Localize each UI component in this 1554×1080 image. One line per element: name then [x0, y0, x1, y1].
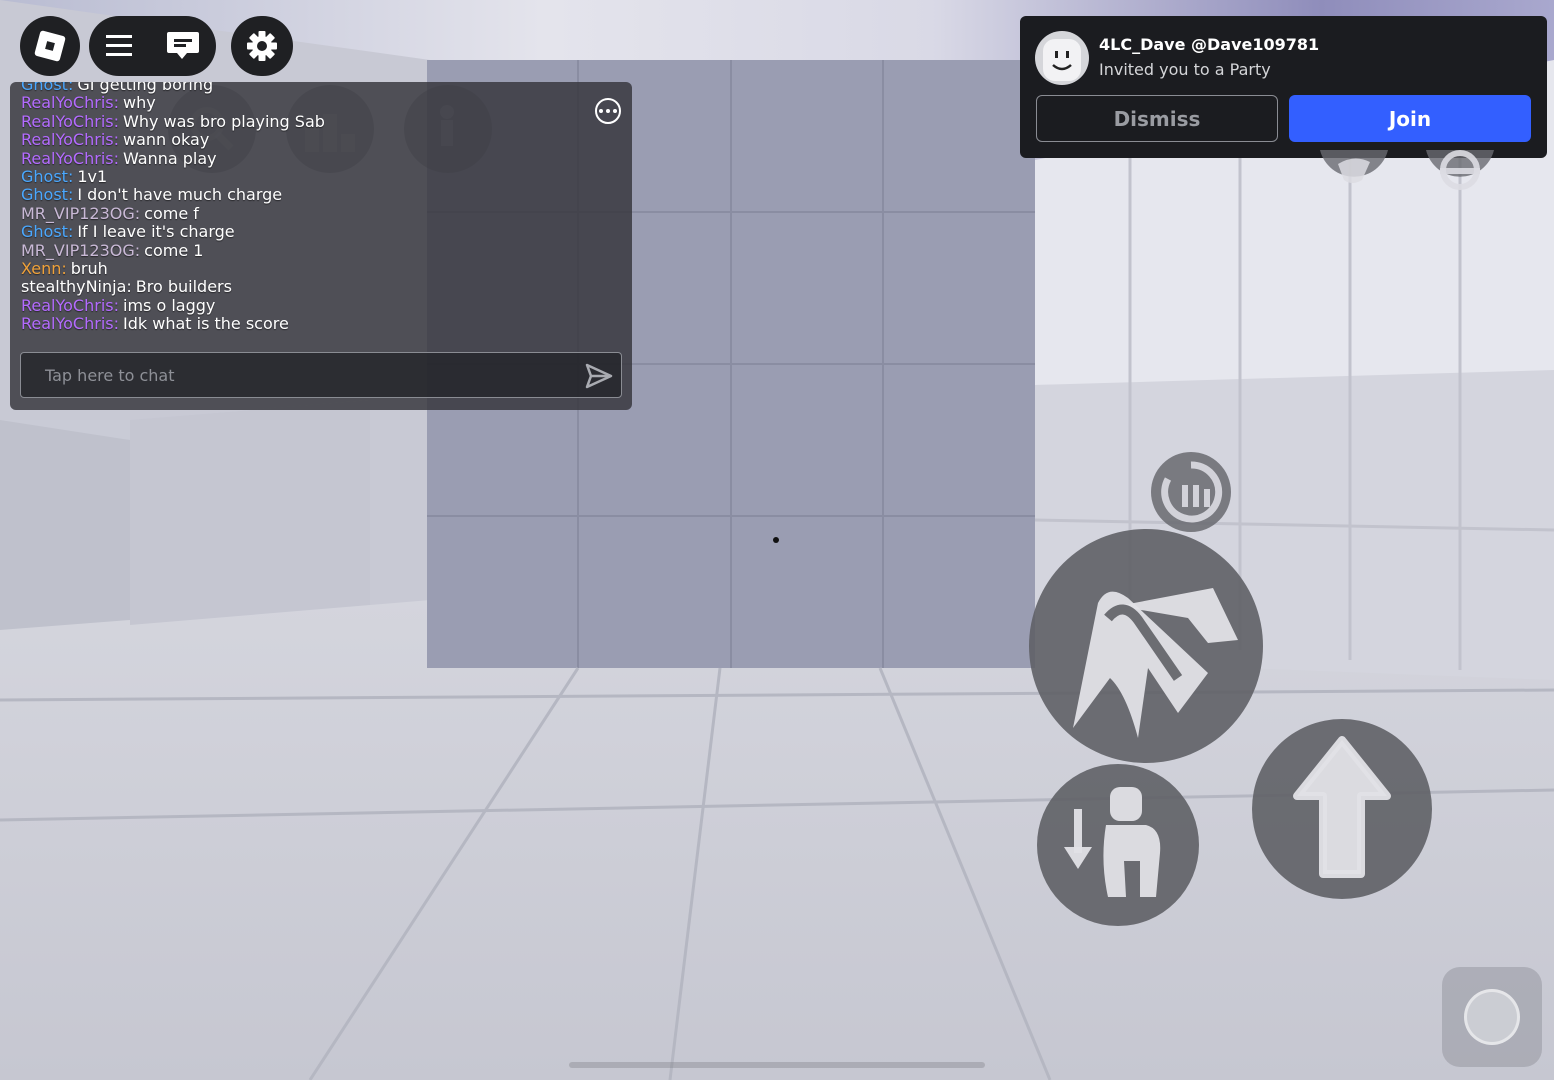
chat-input-placeholder: Tap here to chat [45, 366, 175, 385]
roblox-menu-button[interactable] [20, 16, 80, 76]
jump-icon[interactable] [1251, 718, 1433, 900]
chat-message: stealthyNinja: Bro builders [21, 277, 232, 297]
chat-message: RealYoChris: why [21, 93, 156, 113]
join-button[interactable]: Join [1289, 95, 1531, 142]
send-icon[interactable] [585, 363, 613, 389]
chat-message: RealYoChris: Idk what is the score [21, 314, 289, 334]
chat-message: RealYoChris: ims o laggy [21, 295, 216, 315]
chat-message: RealYoChris: Wanna play [21, 148, 217, 168]
invite-message: Invited you to a Party [1099, 60, 1271, 79]
chat-message: MR_VIP123OG: come 1 [21, 240, 204, 260]
dash-ability-icon[interactable] [1150, 451, 1232, 533]
gear-icon [247, 31, 277, 61]
avatar [1035, 31, 1089, 85]
chat-message: Ghost: 1v1 [21, 167, 108, 187]
chat-message: RealYoChris: Why was bro playing Sab [21, 111, 325, 131]
chat-message: Ghost: I don't have much charge [21, 185, 283, 205]
chat-message: RealYoChris: wann okay [21, 130, 210, 150]
roblox-logo-icon [34, 30, 66, 62]
chat-window: Ghost: GI getting boring RealYoChris: why … [10, 82, 632, 410]
invite-sender-name: 4LC_Dave @Dave109781 [1099, 35, 1320, 54]
chat-message: MR_VIP123OG: come f [21, 203, 199, 223]
block-ability-icon[interactable] [1424, 150, 1496, 212]
punch-ability-icon[interactable] [1318, 150, 1390, 212]
menu-chat-button-group [89, 16, 216, 76]
settings-button[interactable] [231, 16, 293, 76]
chat-more-options-icon[interactable] [595, 98, 621, 124]
chat-message: Ghost: If I leave it's charge [21, 222, 235, 242]
main-attack-icon[interactable] [1028, 528, 1264, 764]
crouch-icon[interactable] [1036, 763, 1200, 927]
chat-input[interactable]: Tap here to chat [20, 352, 622, 398]
chat-bubble-icon[interactable] [165, 29, 201, 63]
chat-message: Xenn: bruh [21, 259, 108, 279]
hamburger-menu-icon[interactable] [104, 33, 134, 59]
chat-message-list: Ghost: GI getting boring RealYoChris: why … [21, 82, 581, 334]
dismiss-button[interactable]: Dismiss [1036, 95, 1278, 142]
party-invite-notification: 4LC_Dave @Dave109781 Invited you to a Pa… [1020, 16, 1547, 158]
home-indicator[interactable] [569, 1062, 985, 1068]
record-button[interactable] [1442, 967, 1542, 1067]
